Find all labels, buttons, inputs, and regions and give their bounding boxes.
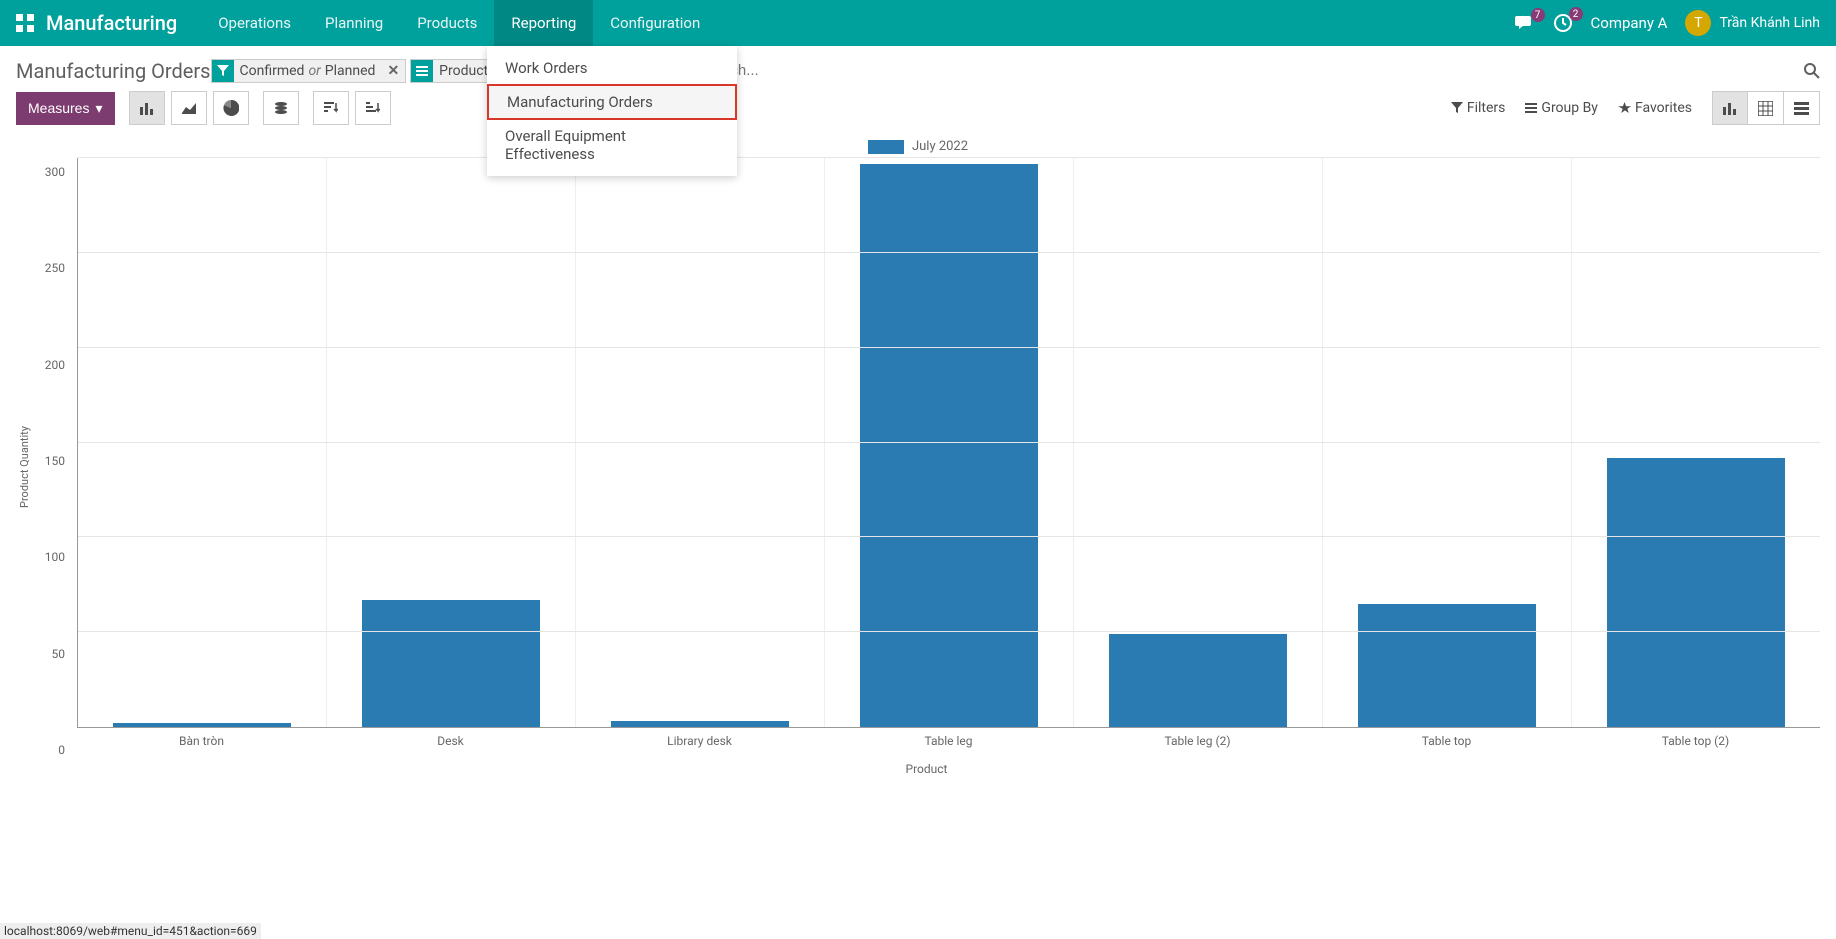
y-tick: 50: [33, 647, 73, 661]
menu-configuration[interactable]: Configuration: [593, 0, 717, 46]
legend-swatch: [868, 140, 904, 154]
company-switcher[interactable]: Company A: [1591, 14, 1668, 32]
sort-asc-button[interactable]: [355, 91, 391, 125]
bar-slot: [576, 158, 825, 727]
dropdown-manufacturing-orders[interactable]: Manufacturing Orders: [487, 84, 737, 120]
user-name: Trần Khánh Linh: [1719, 15, 1820, 31]
bar[interactable]: [611, 721, 790, 727]
filter-facet: Confirmed or Planned ✕: [211, 59, 407, 83]
page-title: Manufacturing Orders: [16, 59, 211, 83]
y-ticks: 300250200150100500: [33, 158, 73, 750]
search-icon[interactable]: [1804, 63, 1820, 79]
groupby-button[interactable]: Group By: [1525, 100, 1598, 116]
caret-down-icon: ▾: [95, 100, 102, 117]
bar-slot: [78, 158, 327, 727]
filter-remove[interactable]: ✕: [381, 63, 405, 79]
top-nav: Manufacturing Operations Planning Produc…: [0, 0, 1836, 46]
x-label: Table top (2): [1571, 728, 1820, 748]
x-axis-label: Product: [33, 762, 1820, 776]
filter-icon: [212, 60, 234, 82]
nav-right: 7 2 Company A T Trần Khánh Linh: [1515, 10, 1821, 36]
bar-slot: [1323, 158, 1572, 727]
dropdown-work-orders[interactable]: Work Orders: [487, 52, 737, 84]
main-menu: Operations Planning Products Reporting C…: [201, 0, 717, 46]
menu-reporting[interactable]: Reporting: [494, 0, 593, 46]
bar[interactable]: [860, 164, 1039, 727]
messages-icon[interactable]: 7: [1515, 14, 1535, 32]
bar-slot: [327, 158, 576, 727]
group-product: Product: [439, 63, 488, 79]
x-label: Desk: [326, 728, 575, 748]
y-tick: 150: [33, 454, 73, 468]
chart-container: July 2022 Product Quantity 300 250 200 150 1…: [0, 129, 1836, 776]
x-labels: Bàn trònDeskLibrary deskTable legTable l…: [77, 728, 1820, 748]
user-menu[interactable]: T Trần Khánh Linh: [1685, 10, 1820, 36]
activities-icon[interactable]: 2: [1553, 13, 1573, 33]
menu-products[interactable]: Products: [400, 0, 494, 46]
bar-slot: [1572, 158, 1820, 727]
y-tick: 0: [33, 743, 73, 757]
y-axis-label: Product Quantity: [16, 158, 33, 776]
apps-icon[interactable]: [16, 14, 34, 32]
bar-chart-button[interactable]: [129, 91, 165, 125]
bar-slot: [1074, 158, 1323, 727]
bar[interactable]: [362, 600, 541, 727]
list-view-button[interactable]: [1784, 91, 1820, 125]
x-label: Library desk: [575, 728, 824, 748]
favorites-button[interactable]: Favorites: [1618, 100, 1692, 116]
bar[interactable]: [1358, 604, 1537, 727]
stacked-button[interactable]: [263, 91, 299, 125]
y-tick: 100: [33, 550, 73, 564]
activities-badge: 2: [1569, 7, 1583, 21]
pivot-view-button[interactable]: [1748, 91, 1784, 125]
x-label: Table top: [1322, 728, 1571, 748]
filter-planned: Planned: [325, 63, 376, 79]
y-tick: 300: [33, 165, 73, 179]
menu-operations[interactable]: Operations: [201, 0, 308, 46]
measures-button[interactable]: Measures ▾: [16, 92, 115, 125]
messages-badge: 7: [1531, 8, 1545, 22]
search-area: Confirmed or Planned ✕ Product > Schedul…: [211, 58, 1821, 83]
line-chart-button[interactable]: [171, 91, 207, 125]
graph-view-button[interactable]: [1712, 91, 1748, 125]
sort-desc-button[interactable]: [313, 91, 349, 125]
groupby-icon: [411, 60, 433, 82]
avatar: T: [1685, 10, 1711, 36]
status-bar: localhost:8069/web#menu_id=451&action=66…: [0, 923, 261, 939]
dropdown-oee[interactable]: Overall Equipment Effectiveness: [487, 120, 737, 170]
x-label: Table leg (2): [1073, 728, 1322, 748]
filters-button[interactable]: Filters: [1451, 100, 1506, 116]
y-tick: 250: [33, 261, 73, 275]
bar[interactable]: [1607, 458, 1786, 727]
bar-slot: [825, 158, 1074, 727]
brand[interactable]: Manufacturing: [46, 11, 177, 35]
reporting-dropdown: Work Orders Manufacturing Orders Overall…: [487, 46, 737, 176]
legend-label: July 2022: [912, 139, 968, 154]
control-panel: Manufacturing Orders Confirmed or Planne…: [0, 46, 1836, 125]
bar[interactable]: [113, 723, 292, 727]
chart-plot: [77, 158, 1820, 728]
menu-planning[interactable]: Planning: [308, 0, 400, 46]
x-label: Bàn tròn: [77, 728, 326, 748]
bar[interactable]: [1109, 634, 1288, 727]
pie-chart-button[interactable]: [213, 91, 249, 125]
chart-legend: July 2022: [16, 139, 1820, 154]
y-tick: 200: [33, 358, 73, 372]
filter-or: or: [308, 63, 320, 79]
x-label: Table leg: [824, 728, 1073, 748]
filter-confirmed: Confirmed: [240, 63, 305, 79]
